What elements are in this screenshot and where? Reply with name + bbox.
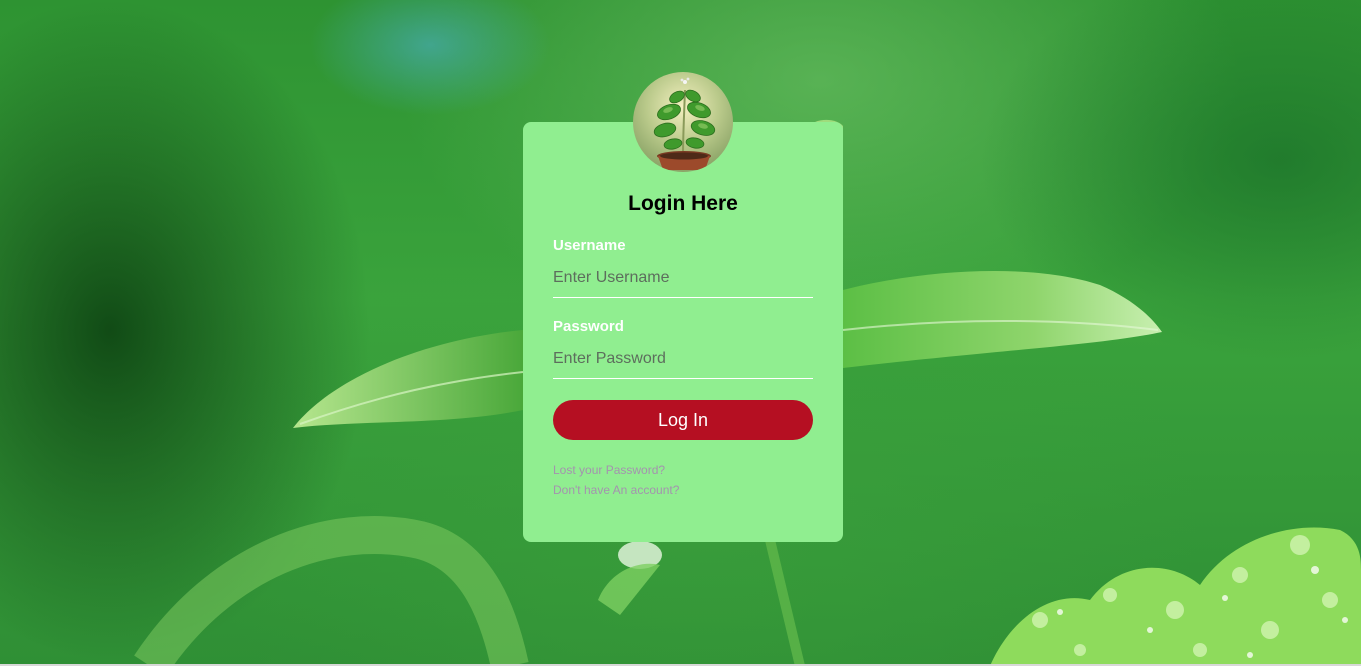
login-card: Login Here Username Password Log In Lost… <box>523 122 843 542</box>
password-label: Password <box>553 318 624 335</box>
username-label: Username <box>553 237 626 254</box>
username-input[interactable] <box>553 258 813 298</box>
plant-avatar-graphic <box>653 77 716 170</box>
login-button[interactable]: Log In <box>553 400 813 440</box>
potted-plant-icon <box>633 72 733 172</box>
form-title: Login Here <box>628 192 738 215</box>
signup-link[interactable]: Don't have An account? <box>553 483 679 497</box>
lost-password-link[interactable]: Lost your Password? <box>553 463 665 477</box>
password-input[interactable] <box>553 339 813 379</box>
